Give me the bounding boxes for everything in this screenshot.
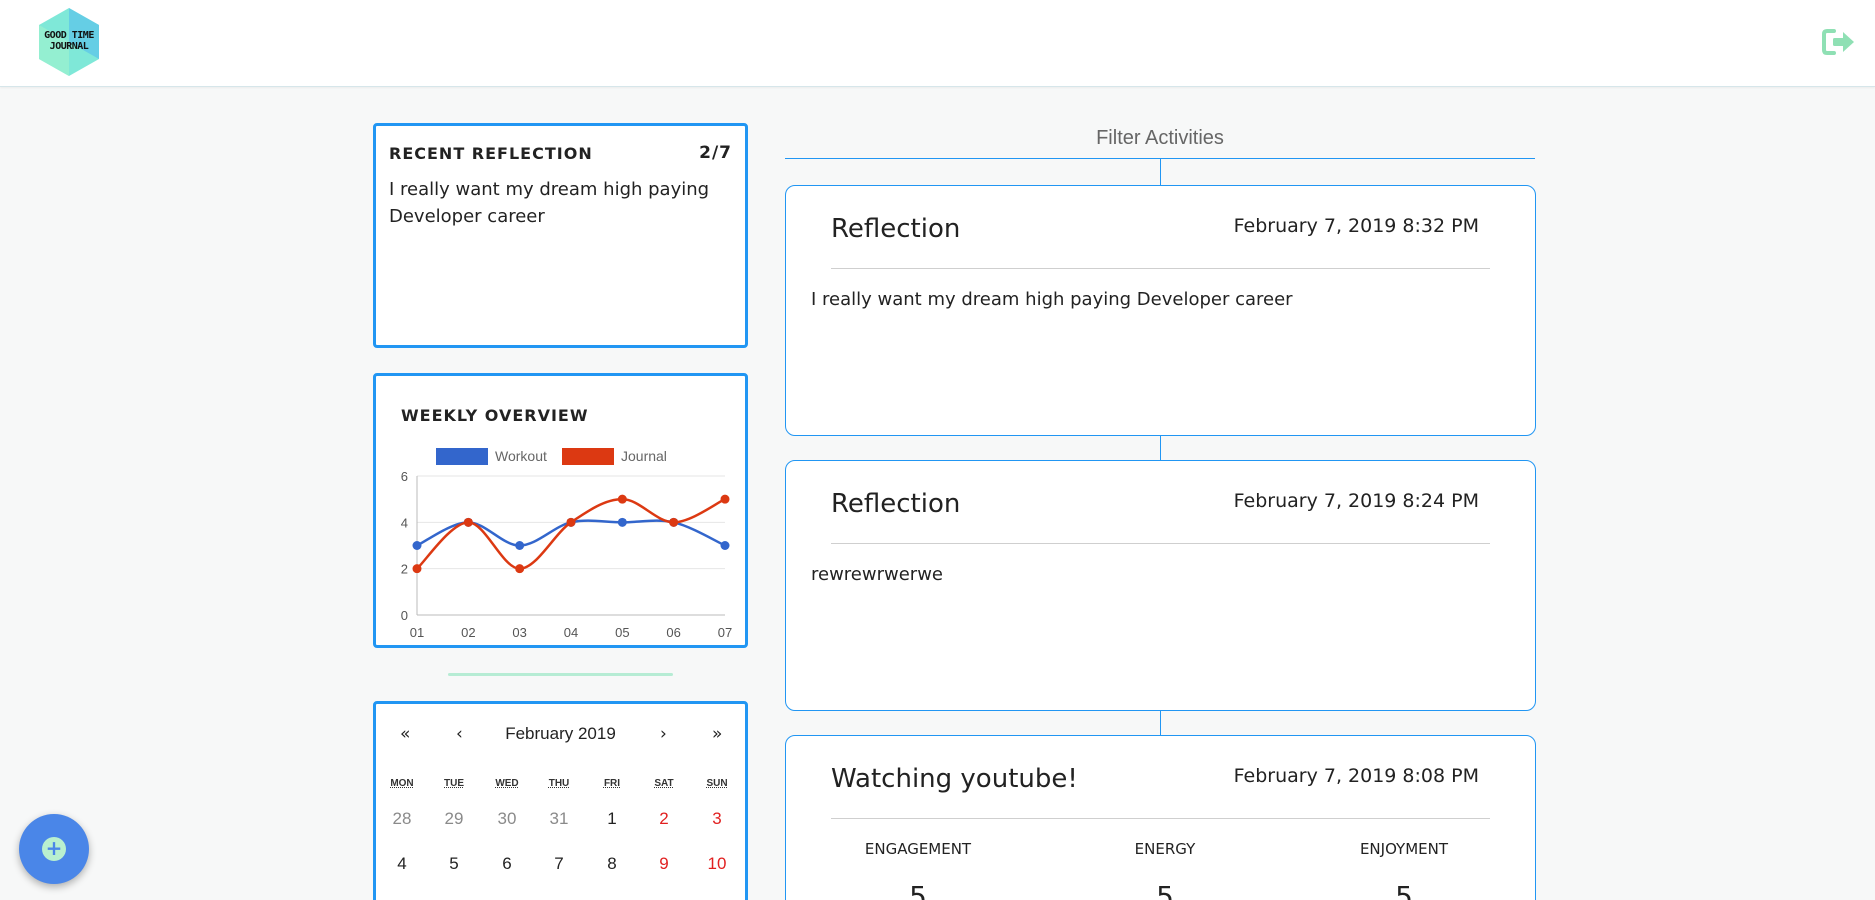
logout-button[interactable] <box>1822 28 1856 56</box>
activity-card[interactable]: Reflection February 7, 2019 8:32 PM I re… <box>785 185 1536 436</box>
x-tick-label: 05 <box>615 625 629 640</box>
weekday-label: WED <box>495 778 519 789</box>
data-point <box>617 494 627 504</box>
activity-text: rewrewrwerwe <box>811 564 943 585</box>
calendar-day[interactable]: 5 <box>428 854 480 874</box>
y-tick-label: 6 <box>401 469 408 484</box>
weekday-label: SUN <box>706 778 728 789</box>
legend-label: Journal <box>621 448 667 464</box>
enjoyment-label: ENJOYMENT <box>1359 840 1449 858</box>
filter-activities-button[interactable]: Filter Activities <box>785 127 1535 150</box>
calendar-day[interactable]: 1 <box>586 809 638 829</box>
x-tick-label: 07 <box>718 625 732 640</box>
data-point <box>720 494 730 504</box>
recent-reflection-title: RECENT REFLECTION <box>389 144 593 163</box>
weekday-label: FRI <box>603 778 621 789</box>
calendar-day[interactable]: 28 <box>376 809 428 829</box>
calendar-day[interactable]: 4 <box>376 854 428 874</box>
activity-title: Watching youtube! <box>831 764 1078 794</box>
top-bar: GOOD TIME JOURNAL <box>0 0 1875 87</box>
data-point <box>515 541 525 550</box>
x-tick-label: 01 <box>410 625 424 640</box>
app-logo[interactable]: GOOD TIME JOURNAL <box>33 6 105 78</box>
weekday-label: TUE <box>444 778 464 789</box>
activity-separator <box>831 543 1490 544</box>
x-tick-label: 04 <box>564 625 578 640</box>
activity-separator <box>831 268 1490 269</box>
series-line-journal <box>416 497 726 570</box>
recent-reflection-text: I really want my dream high paying Devel… <box>389 179 710 227</box>
sign-out-icon <box>1822 29 1854 55</box>
x-tick-label: 03 <box>512 625 526 640</box>
next-year-button[interactable]: » <box>712 724 722 744</box>
weekday-label: MON <box>390 778 414 789</box>
x-tick-label: 06 <box>666 625 680 640</box>
calendar-day[interactable]: 9 <box>638 854 690 874</box>
data-point <box>566 517 576 527</box>
section-divider <box>448 673 673 676</box>
calendar-day[interactable]: 30 <box>481 809 533 829</box>
enjoyment-value: 5 <box>1395 880 1413 900</box>
activity-title: Reflection <box>831 214 961 244</box>
activity-card[interactable]: Reflection February 7, 2019 8:24 PM rewr… <box>785 460 1536 711</box>
calendar-day[interactable]: 31 <box>533 809 585 829</box>
activity-title: Reflection <box>831 489 961 519</box>
energy-value: 5 <box>1156 880 1174 900</box>
calendar-month-label[interactable]: February 2019 <box>376 724 745 744</box>
engagement-value: 5 <box>909 880 927 900</box>
weekday-label: THU <box>548 778 570 789</box>
timeline-connector <box>1160 711 1161 736</box>
add-activity-button[interactable]: + <box>19 814 89 884</box>
timeline-connector <box>1160 159 1161 186</box>
calendar-day[interactable]: 7 <box>533 854 585 874</box>
engagement-label: ENGAGEMENT <box>864 840 972 858</box>
legend-swatch <box>562 448 614 465</box>
calendar-widget: « ‹ February 2019 › » MON TUE WED THU FRI SAT… <box>373 701 748 900</box>
activity-date: February 7, 2019 8:32 PM <box>1233 215 1479 237</box>
next-month-button[interactable]: › <box>660 724 667 744</box>
timeline-connector <box>1160 436 1161 461</box>
activity-date: February 7, 2019 8:08 PM <box>1233 765 1479 787</box>
recent-reflection-card: RECENT REFLECTION 2/7 I really want my d… <box>373 123 748 348</box>
data-point <box>617 517 627 527</box>
calendar-day[interactable]: 2 <box>638 809 690 829</box>
activity-text: I really want my dream high paying Devel… <box>811 289 1293 310</box>
calendar-day[interactable]: 3 <box>691 809 743 829</box>
legend-swatch <box>436 448 488 465</box>
x-tick-label: 02 <box>461 625 475 640</box>
activity-date: February 7, 2019 8:24 PM <box>1233 490 1479 512</box>
data-point <box>412 564 422 574</box>
data-point <box>463 517 473 527</box>
calendar-day[interactable]: 29 <box>428 809 480 829</box>
data-point <box>720 541 730 550</box>
data-point <box>515 564 525 574</box>
recent-reflection-count: 2/7 <box>699 143 732 163</box>
energy-label: ENERGY <box>1134 840 1196 858</box>
weekly-overview-card: WEEKLY OVERVIEW 0 2 4 6 01 02 03 04 05 06 07 Workou… <box>373 373 748 648</box>
data-point <box>412 541 422 550</box>
plus-icon: + <box>42 837 66 861</box>
weekly-overview-chart: 024601 02 03 04 05 06 07Workout Journal <box>401 448 732 640</box>
y-tick-label: 0 <box>401 608 408 623</box>
activity-separator <box>831 818 1490 819</box>
data-point <box>669 517 679 527</box>
weekday-label: SAT <box>654 778 674 789</box>
activity-card[interactable]: Watching youtube! February 7, 2019 8:08 … <box>785 735 1536 900</box>
legend-label: Workout <box>495 448 547 464</box>
logo-text: GOOD TIME JOURNAL <box>44 30 94 52</box>
y-tick-label: 2 <box>401 562 408 577</box>
calendar-day[interactable]: 8 <box>586 854 638 874</box>
calendar-day[interactable]: 6 <box>481 854 533 874</box>
y-tick-label: 4 <box>401 515 408 530</box>
calendar-day[interactable]: 10 <box>691 854 743 874</box>
